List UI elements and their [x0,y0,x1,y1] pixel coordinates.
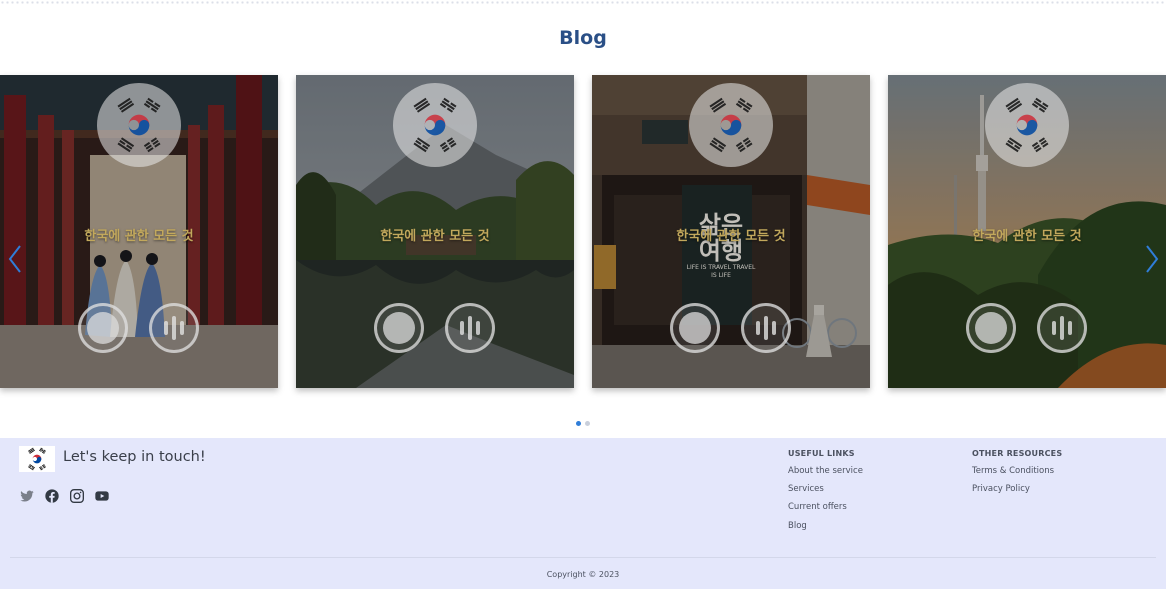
korea-flag-icon [700,94,762,156]
footer-link-privacy[interactable]: Privacy Policy [972,484,1062,494]
blog-card-1[interactable]: 한국에 관한 모든 것 [0,75,278,388]
korea-flag-badge [689,83,773,167]
record-button[interactable] [374,303,424,353]
audio-wave-button[interactable] [149,303,199,353]
audio-wave-button[interactable] [445,303,495,353]
record-button[interactable] [78,303,128,353]
footer-link-terms[interactable]: Terms & Conditions [972,466,1062,476]
card-caption: 한국에 관한 모든 것 [972,229,1082,244]
korea-flag-icon [996,94,1058,156]
footer-link-blog[interactable]: Blog [788,521,863,531]
korea-flag-logo [19,446,55,472]
blog-card-2[interactable]: 한국에 관한 모든 것 [296,75,574,388]
korea-flag-badge [985,83,1069,167]
card-caption: 한국에 관한 모든 것 [84,229,194,244]
social-links [19,488,110,504]
useful-links: USEFUL LINKS About the service Services … [788,449,863,539]
blog-carousel[interactable]: 한국에 관한 모든 것 한국에 관한 모든 것 삶은 여행 LIFE IS TR… [0,75,1166,388]
record-button[interactable] [966,303,1016,353]
pagination-dot-1[interactable] [576,421,581,426]
blog-card-4[interactable]: 한국에 관한 모든 것 [888,75,1166,388]
waveform-icon [164,316,184,340]
korea-flag-badge [97,83,181,167]
audio-wave-button[interactable] [741,303,791,353]
cafe-sign: 삶은 여행 LIFE IS TRAVEL TRAVEL IS LIFE [686,211,756,279]
carousel-next-button[interactable] [1142,242,1162,276]
waveform-icon [1052,316,1072,340]
chevron-left-icon [8,245,21,273]
record-icon [87,312,119,344]
youtube-icon[interactable] [94,488,110,504]
facebook-icon[interactable] [44,488,60,504]
korea-flag-icon [404,94,466,156]
footer-link-services[interactable]: Services [788,484,863,494]
chevron-right-icon [1146,245,1159,273]
waveform-icon [460,316,480,340]
instagram-icon[interactable] [69,488,85,504]
record-icon [679,312,711,344]
record-button[interactable] [670,303,720,353]
footer-link-offers[interactable]: Current offers [788,502,863,512]
pagination-dot-2[interactable] [585,421,590,426]
twitter-icon[interactable] [19,488,35,504]
top-dotted-border [0,0,1166,6]
footer-tagline: Let's keep in touch! [63,449,206,465]
other-resources-heading: OTHER RESOURCES [972,449,1063,458]
carousel-prev-button[interactable] [5,242,25,276]
waveform-icon [756,316,776,340]
carousel-pagination [0,421,1166,427]
useful-links-heading: USEFUL LINKS [788,449,855,458]
korea-flag-icon [108,94,170,156]
site-footer: Let's keep in touch! USEFUL LINKS About … [0,438,1166,589]
copyright-text: Copyright © 2023 [546,570,620,579]
record-icon [383,312,415,344]
blog-card-3[interactable]: 삶은 여행 LIFE IS TRAVEL TRAVEL IS LIFE 한국에 … [592,75,870,388]
footer-link-about[interactable]: About the service [788,466,863,476]
audio-wave-button[interactable] [1037,303,1087,353]
card-caption: 한국에 관한 모든 것 [676,229,786,244]
record-icon [975,312,1007,344]
blog-section-title: Blog [559,27,607,49]
korea-flag-badge [393,83,477,167]
footer-divider [10,557,1156,558]
other-resources: OTHER RESOURCES Terms & Conditions Priva… [972,449,1062,502]
card-caption: 한국에 관한 모든 것 [380,229,490,244]
